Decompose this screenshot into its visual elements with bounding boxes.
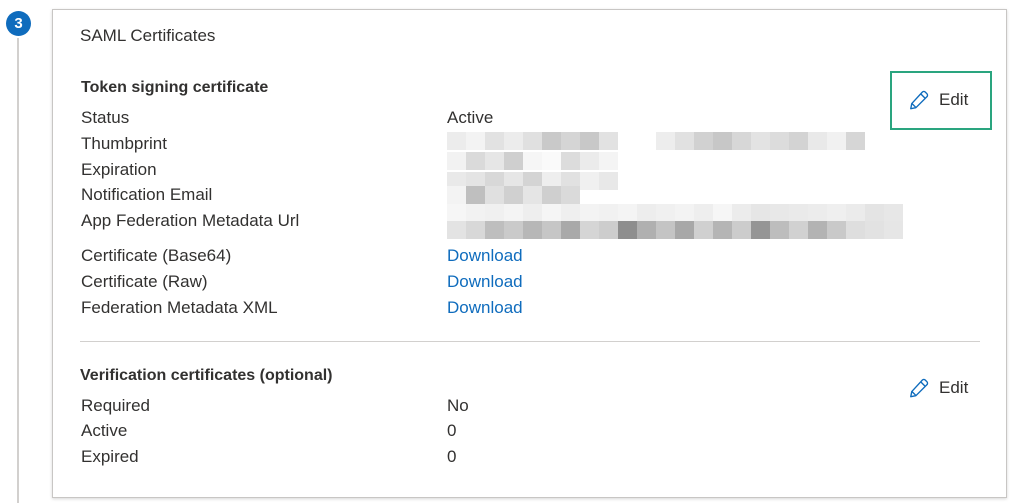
federation-xml-label: Federation Metadata XML [81,298,278,317]
expiration-label: Expiration [81,160,157,179]
metadata-url-redacted [447,204,903,222]
federation-xml-download-link[interactable]: Download [447,298,523,318]
pencil-icon [910,378,929,398]
notification-email-label: Notification Email [81,185,213,204]
edit-label: Edit [939,378,969,397]
expiration-redacted [447,152,618,170]
step-number-badge: 3 [6,11,31,36]
active-value: 0 [447,421,457,440]
token-signing-edit-button[interactable]: Edit [908,89,968,111]
expired-value: 0 [447,447,457,466]
saml-certificates-card: SAML Certificates Token signing certific… [52,9,1007,498]
step-connector-line [17,38,19,503]
pencil-icon [910,90,929,110]
token-signing-title: Token signing certificate [81,79,269,96]
cert-raw-label: Certificate (Raw) [81,272,208,291]
cert-base64-download-link[interactable]: Download [447,246,523,266]
metadata-url-redacted-2 [447,221,903,239]
section-divider [80,341,980,342]
thumbprint-redacted [447,132,865,150]
required-value: No [447,396,469,415]
required-label: Required [81,396,150,415]
verification-edit-button[interactable]: Edit [908,377,968,399]
thumbprint-label: Thumbprint [81,134,167,153]
active-label: Active [81,421,128,440]
card-title: SAML Certificates [80,26,216,45]
metadata-url-label: App Federation Metadata Url [81,211,300,230]
status-value: Active [447,108,494,127]
status-label: Status [81,108,130,127]
edit-label: Edit [939,90,969,109]
verification-title: Verification certificates (optional) [80,367,333,384]
cert-raw-download-link[interactable]: Download [447,272,523,292]
cert-base64-label: Certificate (Base64) [81,246,232,265]
notification-email-redacted [447,186,580,204]
expired-label: Expired [81,447,139,466]
